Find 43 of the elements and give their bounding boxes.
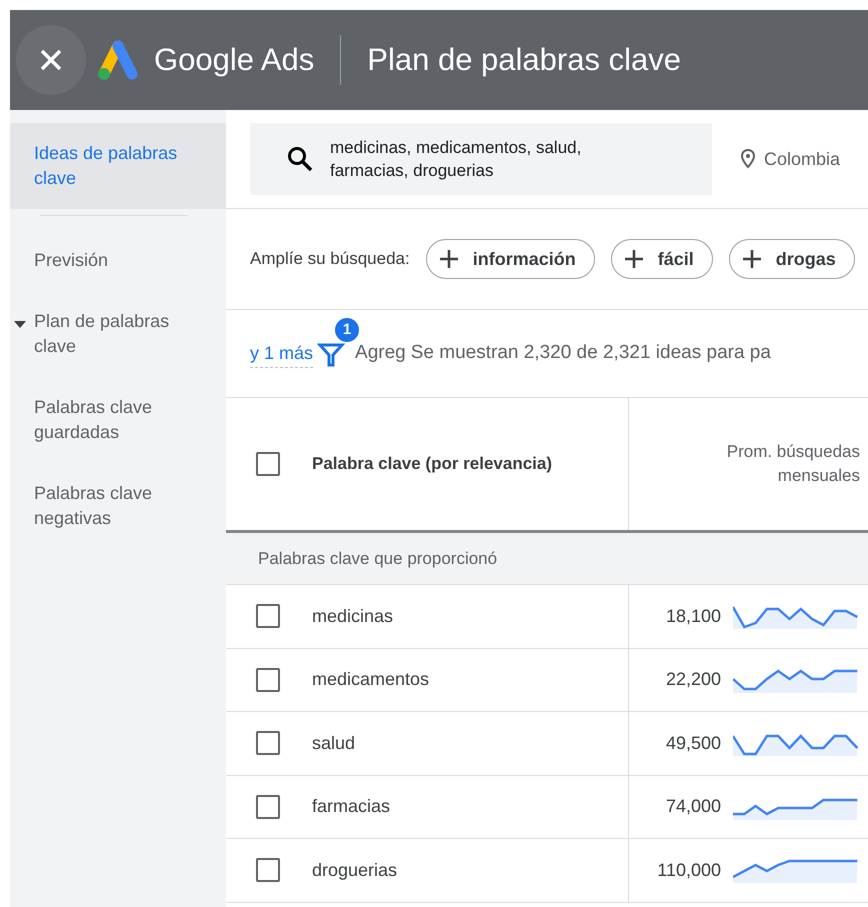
results-summary: Se muestran 2,320 de 2,321 ideas para pa <box>410 341 771 366</box>
row-checkbox[interactable] <box>256 731 280 756</box>
row-checkbox[interactable] <box>256 668 280 692</box>
page-title: Plan de palabras clave <box>367 40 681 79</box>
group-header: Palabras clave que proporcionó <box>226 533 868 585</box>
sidebar-item[interactable]: Ideas de palabras clave <box>10 123 226 209</box>
plus-icon <box>742 249 762 269</box>
add-filter-link[interactable]: Agreg <box>355 339 406 368</box>
row-checkbox[interactable] <box>256 794 280 819</box>
sidebar-item[interactable]: Previsión <box>10 230 226 291</box>
row-checkbox[interactable] <box>256 858 280 882</box>
plus-icon <box>438 249 459 269</box>
caret-icon[interactable] <box>14 321 26 329</box>
keyword-cell-text: medicinas <box>312 604 394 628</box>
column-header[interactable]: Prom. búsquedas mensuales <box>710 440 860 488</box>
plus-icon <box>624 249 644 269</box>
searches-cell-text: 74,000 <box>664 795 721 818</box>
search-icon <box>286 145 314 173</box>
broaden-label: Amplíe su búsqueda: <box>250 248 410 270</box>
searches-cell-text: 110,000 <box>656 858 721 882</box>
select-all-checkbox[interactable] <box>256 452 280 476</box>
sidebar-item[interactable]: Plan de palabras clave <box>10 291 226 377</box>
column-header[interactable]: Palabra clave (por relevancia) <box>312 451 552 477</box>
suggestion-chip[interactable]: fácil <box>610 239 713 279</box>
brand-name: Google Ads <box>154 40 314 79</box>
suggestion-chip[interactable]: drogas <box>728 239 855 279</box>
keyword-cell-text: droguerias <box>312 858 398 882</box>
suggestion-chip[interactable]: información <box>426 239 595 279</box>
location-link[interactable]: Colombia <box>764 146 840 172</box>
keyword-cell-text: farmacias <box>312 795 390 818</box>
searches-cell-text: 18,100 <box>664 604 721 628</box>
location-pin-icon <box>740 148 756 170</box>
keyword-cell-text: salud <box>312 732 356 755</box>
keyword-cell-text: medicamentos <box>312 668 430 692</box>
search-field[interactable]: medicinas, medicamentos, salud, farmacias, droguerias <box>250 123 712 195</box>
more-filters-link[interactable]: y 1 más <box>250 340 314 368</box>
row-checkbox[interactable] <box>256 604 280 628</box>
searches-cell-text: 22,200 <box>664 668 721 692</box>
sidebar-item[interactable]: Palabras clave guardadas <box>10 377 226 463</box>
filter-count-badge: 1 <box>335 318 360 342</box>
searches-cell-text: 49,500 <box>664 732 721 755</box>
sidebar-item[interactable]: Palabras clave negativas <box>10 463 226 549</box>
close-icon <box>39 48 63 72</box>
